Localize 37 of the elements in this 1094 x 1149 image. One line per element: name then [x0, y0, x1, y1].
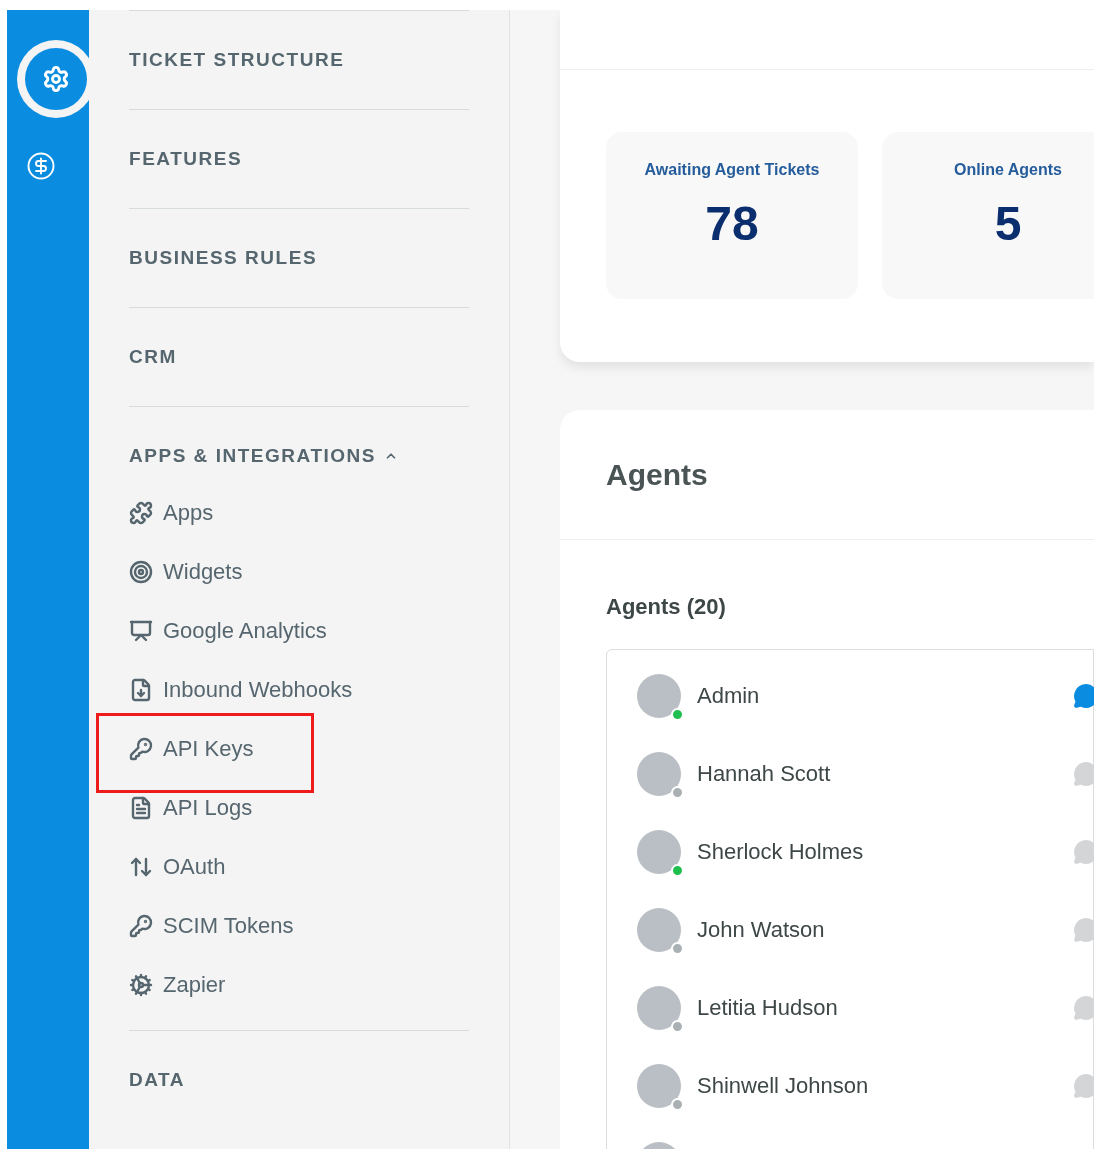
dollar-coin-icon [26, 151, 56, 181]
section-heading[interactable]: TICKET STRUCTURE [129, 11, 345, 109]
chart-board-icon [129, 618, 153, 643]
sidebar-menu-item[interactable]: SCIM Tokens [129, 909, 294, 942]
agent-name: John Watson [697, 916, 826, 944]
stat-label: Awaiting Agent Tickets [644, 160, 820, 180]
gear-icon [129, 972, 153, 997]
sidebar-menu-item[interactable]: API Logs [129, 791, 253, 824]
download-icon [129, 677, 153, 702]
sidebar-menu-item[interactable]: Widgets [129, 555, 243, 588]
document-icon [129, 795, 153, 820]
stat-value: 78 [705, 200, 759, 248]
stat-value: 5 [994, 200, 1022, 248]
settings-icon [42, 65, 70, 93]
key-icon [129, 736, 153, 761]
puzzle-icon [129, 500, 153, 525]
key-icon [129, 913, 153, 938]
billing-button[interactable] [25, 150, 57, 182]
agent-name: Letitia Hudson [697, 994, 839, 1022]
widget-icon [129, 559, 153, 584]
panel-title: Agents [606, 457, 708, 493]
agent-name: Sherlock Holmes [697, 838, 865, 866]
sidebar-menu-item[interactable]: Google Analytics [129, 614, 327, 647]
section-heading[interactable]: BUSINESS RULES [129, 209, 318, 307]
stat-label: Online Agents [954, 160, 1062, 180]
sidebar-menu-item[interactable]: Zapier [129, 968, 226, 1001]
chat-bubble-icon[interactable] [1073, 683, 1094, 709]
section-heading[interactable]: CRM [129, 308, 177, 406]
sidebar-menu-item[interactable]: Inbound Webhooks [129, 673, 353, 706]
sidebar-menu-item[interactable]: OAuth [129, 850, 226, 883]
agent-name: Hannah Scott [697, 760, 832, 788]
agent-name: Shinwell Johnson [697, 1072, 870, 1100]
section-heading[interactable]: FEATURES [129, 110, 243, 208]
agent-name: Admin [697, 682, 761, 710]
section-heading[interactable]: DATA [129, 1031, 186, 1129]
sidebar-menu-item[interactable]: API Keys [129, 732, 254, 765]
list-title: Agents (20) [606, 594, 726, 619]
